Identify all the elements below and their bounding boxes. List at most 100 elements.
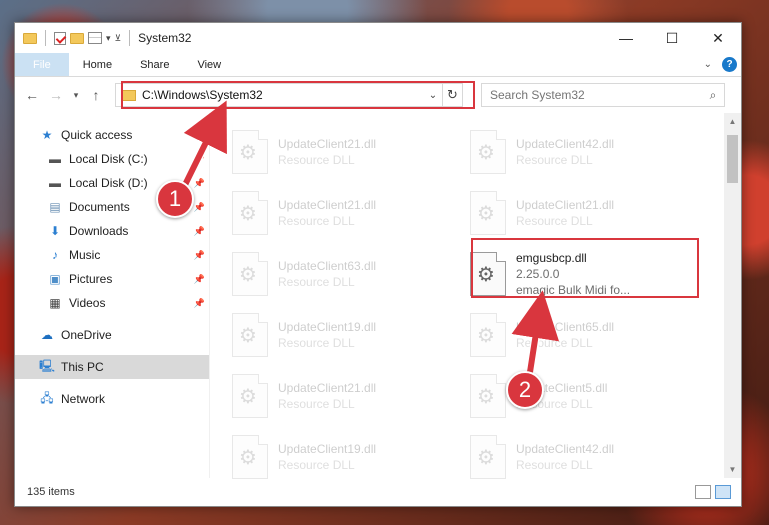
tab-share[interactable]: Share (126, 53, 183, 76)
expand-ribbon-chevron-icon[interactable]: ⌄ (704, 59, 712, 70)
tiles-view-icon[interactable] (715, 485, 731, 499)
pin-icon[interactable]: 📌 (194, 298, 205, 309)
file-item[interactable]: ⚙ UpdateClient65.dll Resource DLL (470, 304, 708, 365)
file-item[interactable]: ⚙ UpdateClient42.dll Resource DLL (470, 121, 708, 182)
pin-icon[interactable]: 📌 (194, 250, 205, 261)
nav-label: Documents (69, 200, 130, 214)
pin-icon[interactable]: 📌 (194, 154, 205, 165)
tab-file[interactable]: File (15, 53, 69, 76)
nav-videos[interactable]: ▦ Videos 📌 (15, 291, 209, 315)
gear-icon: ⚙ (239, 385, 257, 408)
search-icon[interactable]: ⌕ (702, 88, 724, 103)
file-item[interactable]: ⚙ UpdateClient21.dll Resource DLL (232, 121, 470, 182)
nav-network[interactable]: 🖧 Network (15, 387, 209, 411)
network-icon: 🖧 (40, 390, 54, 405)
new-folder-icon[interactable] (70, 32, 84, 44)
dll-file-icon: ⚙ (232, 373, 268, 418)
file-item[interactable]: ⚙ UpdateClient5.dll Resource DLL (470, 365, 708, 426)
video-icon: ▦ (49, 296, 61, 310)
dll-file-icon: ⚙ (232, 129, 268, 174)
nav-label: Music (69, 248, 101, 262)
chevron-down-icon[interactable]: ▾ (106, 33, 111, 44)
details-view-icon[interactable] (695, 485, 711, 499)
cloud-icon: ☁ (41, 328, 53, 342)
file-name: UpdateClient19.dll (278, 441, 377, 456)
nav-quick-access[interactable]: ★ Quick access (15, 123, 209, 147)
gear-icon: ⚙ (477, 141, 495, 164)
dll-file-icon: ⚙ (232, 190, 268, 235)
help-icon[interactable]: ? (722, 57, 737, 72)
refresh-icon[interactable]: ↻ (442, 84, 462, 106)
folder-icon (122, 89, 136, 101)
dll-file-icon: ⚙ (470, 251, 506, 296)
nav-label: Downloads (69, 224, 129, 238)
recent-locations-chevron-icon[interactable]: ▾ (71, 90, 81, 101)
view-toggle (695, 485, 741, 499)
window-title: System32 (138, 31, 192, 45)
file-text: UpdateClient42.dll Resource DLL (516, 442, 614, 472)
gear-icon: ⚙ (477, 446, 495, 469)
vertical-scrollbar[interactable]: ▲ ▼ (724, 113, 741, 478)
address-path[interactable]: C:\Windows\System32 (142, 88, 424, 102)
address-history-chevron-icon[interactable]: ⌄ (424, 90, 442, 101)
scrollbar-thumb[interactable] (727, 135, 738, 183)
file-item[interactable]: ⚙ UpdateClient19.dll Resource DLL (232, 304, 470, 365)
gear-icon: ⚙ (477, 324, 495, 347)
gear-icon: ⚙ (477, 202, 495, 225)
search-box[interactable]: ⌕ (481, 83, 725, 107)
file-item[interactable]: ⚙ UpdateClient21.dll Resource DLL (470, 182, 708, 243)
file-description: Resource DLL (516, 335, 593, 350)
customize-toolbar-icon[interactable]: ⊻ (115, 33, 122, 44)
scroll-up-icon[interactable]: ▲ (724, 113, 741, 130)
pin-icon[interactable]: 📌 (194, 226, 205, 237)
file-item[interactable]: ⚙ UpdateClient21.dll Resource DLL (232, 365, 470, 426)
address-bar[interactable]: C:\Windows\System32 ⌄ ↻ (115, 83, 463, 107)
file-description: Resource DLL (278, 152, 355, 167)
back-arrow-icon[interactable]: ← (23, 87, 41, 103)
nav-downloads[interactable]: ⬇ Downloads 📌 (15, 219, 209, 243)
tab-home[interactable]: Home (69, 53, 126, 76)
nav-this-pc[interactable]: 🖳 This PC (15, 355, 209, 379)
main-content: ★ Quick access ▬ Local Disk (C:) 📌 ▬ Loc… (15, 113, 741, 479)
file-description: Resource DLL (516, 457, 593, 472)
quick-access-toolbar: ▾ ⊻ (23, 30, 134, 46)
maximize-button[interactable]: ☐ (649, 23, 695, 53)
file-description: emagic Bulk Midi fo... (516, 282, 631, 297)
search-input[interactable] (490, 88, 702, 102)
file-item[interactable]: ⚙ UpdateClient63.dll Resource DLL (232, 243, 470, 304)
up-arrow-icon[interactable]: ↑ (87, 87, 105, 103)
file-text: UpdateClient65.dll Resource DLL (516, 320, 614, 350)
star-icon: ★ (41, 128, 53, 142)
file-grid: ⚙ UpdateClient21.dll Resource DLL ⚙ UpdateCl… (232, 121, 724, 487)
file-name: UpdateClient42.dll (516, 136, 615, 151)
nav-label: Local Disk (D:) (69, 176, 148, 190)
nav-onedrive[interactable]: ☁ OneDrive (15, 323, 209, 347)
folder-icon[interactable] (23, 32, 37, 44)
item-count: 135 items (27, 486, 75, 498)
close-button[interactable]: ✕ (695, 23, 741, 53)
minimize-button[interactable]: — (603, 23, 649, 53)
file-item[interactable]: ⚙ emgusbcp.dll 2.25.0.0 emagic Bulk Midi fo… (470, 243, 708, 304)
scroll-down-icon[interactable]: ▼ (724, 461, 741, 478)
pin-icon[interactable]: 📌 (194, 178, 205, 189)
drive-icon: ▬ (49, 152, 61, 166)
file-item[interactable]: ⚙ UpdateClient21.dll Resource DLL (232, 182, 470, 243)
gear-icon: ⚙ (239, 446, 257, 469)
properties-check-icon[interactable] (54, 31, 66, 45)
nav-label: Videos (69, 296, 106, 310)
pin-icon[interactable]: 📌 (194, 274, 205, 285)
pin-icon[interactable]: 📌 (194, 202, 205, 213)
nav-music[interactable]: ♪ Music 📌 (15, 243, 209, 267)
file-text: UpdateClient19.dll Resource DLL (278, 320, 376, 350)
dll-file-icon: ⚙ (232, 312, 268, 357)
divider (45, 30, 46, 46)
nav-pictures[interactable]: ▣ Pictures 📌 (15, 267, 209, 291)
forward-arrow-icon[interactable]: → (47, 87, 65, 103)
tab-view[interactable]: View (183, 53, 235, 76)
nav-local-disk-c[interactable]: ▬ Local Disk (C:) 📌 (15, 147, 209, 171)
properties-icon[interactable] (88, 32, 102, 44)
computer-icon: 🖳 (39, 358, 56, 373)
file-name: UpdateClient65.dll (516, 319, 615, 334)
document-icon: ▤ (49, 200, 61, 214)
file-name: UpdateClient21.dll (516, 197, 615, 212)
